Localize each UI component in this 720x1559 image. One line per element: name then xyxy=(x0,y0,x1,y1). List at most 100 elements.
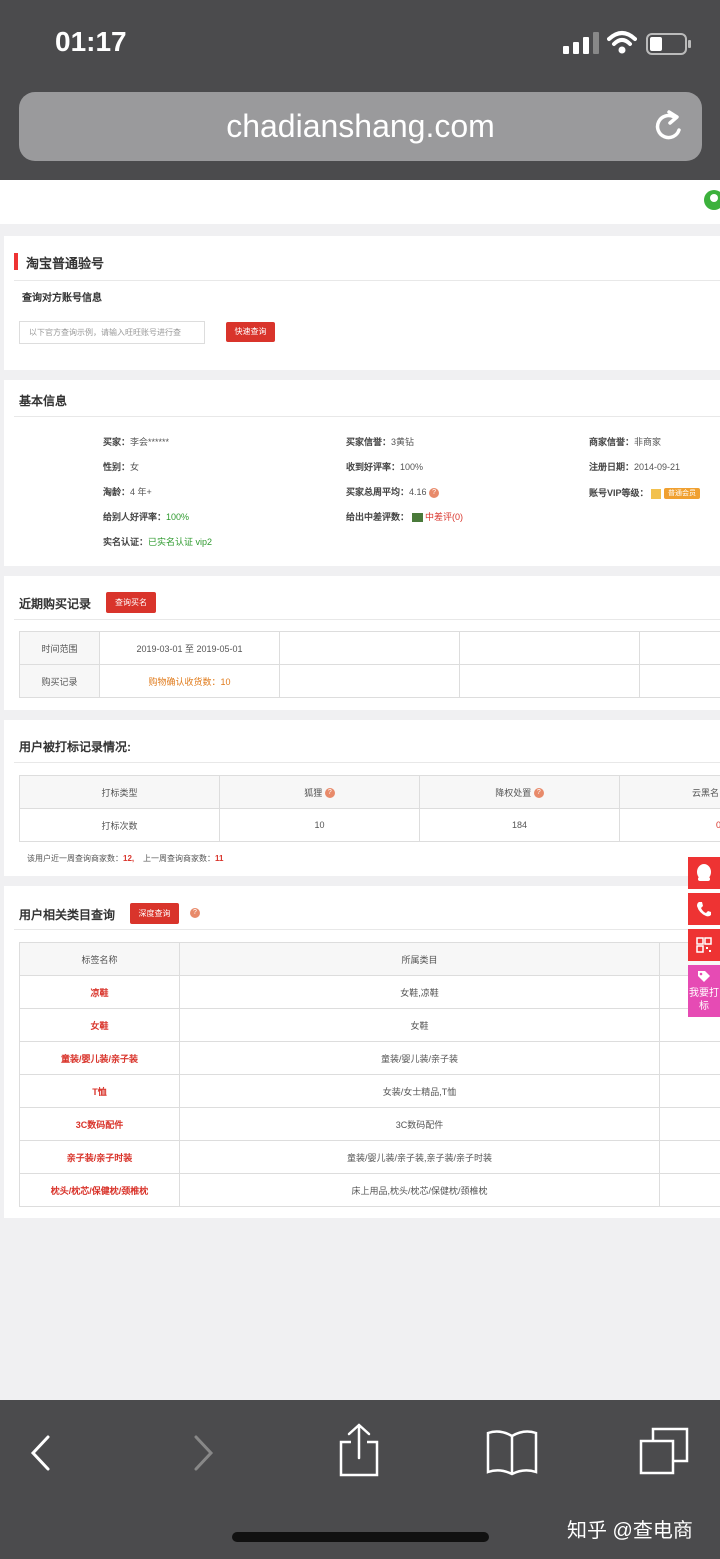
query-subtitle: 查询对方账号信息 xyxy=(22,293,102,304)
mark-header-downrank: 降权处置 ? xyxy=(419,775,620,809)
category-value: 3C数码配件 xyxy=(179,1107,660,1141)
category-value: 童装/婴儿装/亲子装 xyxy=(179,1041,660,1075)
mark-header-type: 打标类型 xyxy=(19,775,220,809)
help-icon[interactable]: ? xyxy=(429,487,440,498)
info-received-rate: 收到好评率：100% xyxy=(346,462,424,472)
signal-icon xyxy=(563,32,599,54)
category-table: 标签名称 所属类目 凉鞋 女鞋,凉鞋 女鞋 女鞋 童装/婴儿装/亲子装 童装/婴… xyxy=(19,942,720,1207)
card-mark-records-title: 用户被打标记录情况: xyxy=(19,740,131,754)
purchase-record-value: 购物确认收货数：10 xyxy=(99,664,280,698)
wifi-icon xyxy=(607,31,637,54)
help-icon[interactable]: ? xyxy=(190,908,200,918)
mark-header-cloud: 云黑名 xyxy=(619,775,720,809)
share-icon[interactable] xyxy=(338,1422,380,1478)
vip-icon xyxy=(651,488,662,499)
purchase-record-label: 购买记录 xyxy=(19,664,100,698)
card-quick-check-title: 淘宝普通验号 xyxy=(26,256,105,271)
category-tag: 亲子装/亲子时装 xyxy=(19,1140,180,1174)
category-header-category: 所属类目 xyxy=(179,942,660,976)
category-value: 童装/婴儿装/亲子装,亲子装/亲子时装 xyxy=(179,1140,660,1174)
query-count-note: 该用户近一周查询商家数：12, 上一周查询商家数：11 xyxy=(27,854,224,863)
category-value: 女鞋,凉鞋 xyxy=(179,975,660,1009)
mark-row-fox: 10 xyxy=(219,808,420,842)
card-recent-purchases-title: 近期购买记录 xyxy=(19,597,92,611)
home-indicator[interactable] xyxy=(232,1532,489,1542)
category-tag: 枕头/枕芯/保健枕/颈椎枕 xyxy=(19,1173,180,1207)
mark-tag-button[interactable]: 我要打标 xyxy=(688,965,720,1017)
status-time: 01:17 xyxy=(55,26,127,57)
address-bar[interactable]: chadianshang.com xyxy=(19,92,702,161)
review-icon xyxy=(411,513,423,523)
info-account-age: 淘龄：4 年+ xyxy=(103,487,152,497)
category-value: 女装/女士精品,T恤 xyxy=(179,1074,660,1108)
card-quick-check xyxy=(4,236,720,370)
card-basic-info-title: 基本信息 xyxy=(19,394,68,408)
category-tag: 女鞋 xyxy=(19,1008,180,1042)
table-row: 3C数码配件 3C数码配件 xyxy=(19,1107,720,1141)
bookmarks-icon[interactable] xyxy=(486,1428,538,1476)
category-tag: 3C数码配件 xyxy=(19,1107,180,1141)
card-category-query-title: 用户相关类目查询 xyxy=(19,908,116,922)
info-realname: 实名认证：已实名认证 vip2 xyxy=(103,537,213,547)
category-tag: T恤 xyxy=(19,1074,180,1108)
table-row: 童装/婴儿装/亲子装 童装/婴儿装/亲子装 xyxy=(19,1041,720,1075)
tabs-icon[interactable] xyxy=(638,1426,690,1476)
mark-header-fox: 狐狸 ? xyxy=(219,775,420,809)
qq-icon xyxy=(697,864,711,881)
info-weekly-avg: 买家总周平均：4.16 ? xyxy=(346,485,440,498)
user-icon[interactable] xyxy=(704,190,720,210)
category-value: 床上用品,枕头/枕芯/保健枕/颈椎枕 xyxy=(179,1173,660,1207)
mark-tag-label: 我要打标 xyxy=(689,988,719,1012)
mark-row-cloud: 0 xyxy=(619,808,720,842)
info-buyer-credit: 买家信誉：3黄钻 xyxy=(346,437,415,447)
qrcode-button[interactable] xyxy=(688,929,720,961)
purchase-range-label: 时间范围 xyxy=(19,631,100,665)
table-row: 亲子装/亲子时装 童装/婴儿装/亲子装,亲子装/亲子时装 xyxy=(19,1140,720,1174)
phone-icon xyxy=(697,902,711,917)
title-accent xyxy=(14,253,18,270)
divider xyxy=(14,416,720,417)
info-bad-reviews: 给出中差评数： 中差评(0) xyxy=(346,512,464,523)
reload-icon[interactable] xyxy=(652,110,686,144)
watermark: 知乎 @查电商 xyxy=(567,1520,693,1542)
battery-icon xyxy=(646,33,691,55)
qq-chat-button[interactable] xyxy=(688,857,720,889)
divider xyxy=(14,280,720,281)
mark-row-label: 打标次数 xyxy=(19,808,220,842)
help-icon[interactable]: ? xyxy=(324,788,335,799)
info-buyer: 买家：李会****** xyxy=(103,437,170,447)
table-row: 凉鞋 女鞋,凉鞋 xyxy=(19,975,720,1009)
quick-query-button[interactable]: 快速查询 xyxy=(226,322,275,342)
deep-query-button[interactable]: 深度查询 xyxy=(130,903,179,924)
back-icon[interactable] xyxy=(28,1434,54,1472)
info-given-rate: 给别人好评率：100% xyxy=(103,512,190,522)
info-gender: 性别：女 xyxy=(103,462,140,472)
purchase-range-value: 2019-03-01 至 2019-05-01 xyxy=(99,631,280,665)
category-header-tag: 标签名称 xyxy=(19,942,180,976)
url-text: chadianshang.com xyxy=(226,108,495,144)
mark-row-downrank: 184 xyxy=(419,808,620,842)
category-tag: 凉鞋 xyxy=(19,975,180,1009)
info-seller-credit: 商家信誉：非商家 xyxy=(589,437,662,447)
divider xyxy=(14,762,720,763)
table-row: 女鞋 女鞋 xyxy=(19,1008,720,1042)
browser-top-bar: 01:17 chadianshang.com xyxy=(0,0,720,180)
info-vip-level: 账号VIP等级： 普通会员 xyxy=(589,486,720,500)
category-tag: 童装/婴儿装/亲子装 xyxy=(19,1041,180,1075)
mark-table: 打标类型 狐狸 ? 降权处置 ? 云黑名 打标次数 10 184 0 xyxy=(19,775,720,842)
site-header xyxy=(0,180,720,224)
divider xyxy=(14,619,720,620)
forward-icon[interactable] xyxy=(190,1434,216,1472)
tag-icon xyxy=(698,971,710,982)
info-register-date: 注册日期：2014-09-21 xyxy=(589,462,681,472)
divider xyxy=(14,929,720,930)
purchase-table: 时间范围 2019-03-01 至 2019-05-01 购买记录 购物确认收货… xyxy=(19,631,720,698)
category-value: 女鞋 xyxy=(179,1008,660,1042)
table-row: T恤 女装/女士精品,T恤 xyxy=(19,1074,720,1108)
query-buyer-button[interactable]: 查询买名 xyxy=(106,592,156,613)
qrcode-icon xyxy=(696,937,712,953)
help-icon[interactable]: ? xyxy=(533,788,544,799)
account-search-input[interactable]: 以下官方查询示例，请输入旺旺账号进行查 xyxy=(19,321,205,344)
table-row: 枕头/枕芯/保健枕/颈椎枕 床上用品,枕头/枕芯/保健枕/颈椎枕 xyxy=(19,1173,720,1207)
phone-button[interactable] xyxy=(688,893,720,925)
